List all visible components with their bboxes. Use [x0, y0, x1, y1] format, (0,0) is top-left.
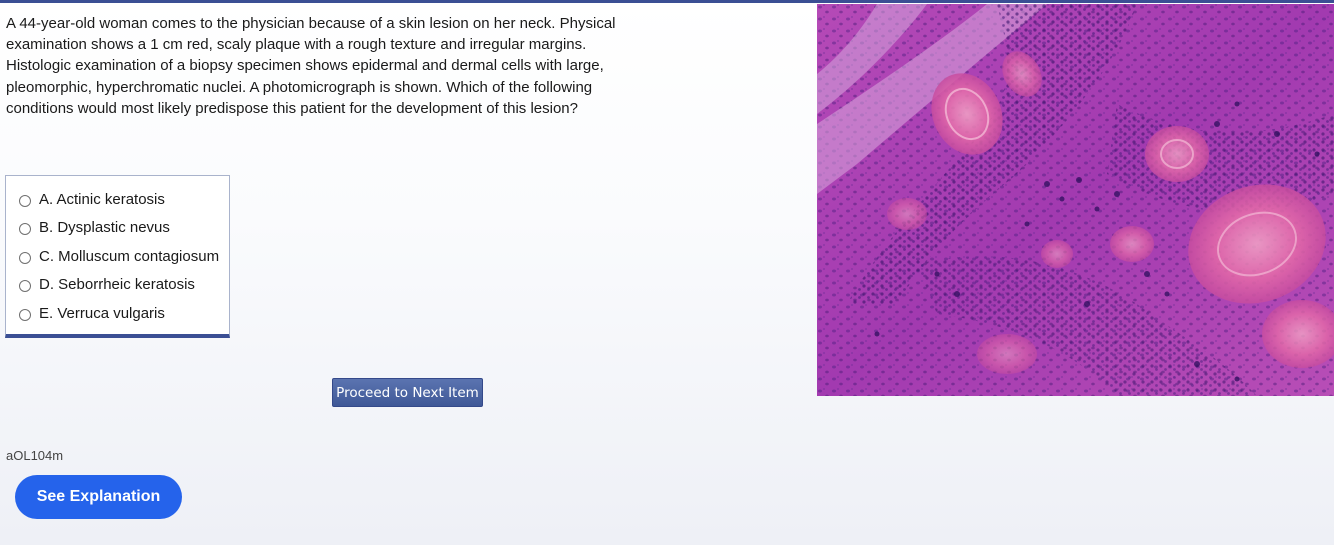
answer-option-a[interactable]: A. Actinic keratosis — [6, 186, 165, 212]
answer-label: E. Verruca vulgaris — [39, 304, 165, 322]
answer-option-d[interactable]: D. Seborrheic keratosis — [6, 271, 195, 297]
answer-label: B. Dysplastic nevus — [39, 218, 170, 236]
radio-button-icon[interactable] — [19, 308, 31, 321]
photomicrograph-image — [817, 4, 1334, 396]
answer-choices: A. Actinic keratosis B. Dysplastic nevus… — [5, 175, 230, 338]
answer-label: C. Molluscum contagiosum — [39, 247, 220, 265]
answer-label: D. Seborrheic keratosis — [39, 275, 195, 293]
radio-button-icon[interactable] — [19, 251, 31, 264]
answer-option-b[interactable]: B. Dysplastic nevus — [6, 214, 170, 240]
question-id: aOL104m — [6, 448, 64, 463]
see-explanation-button[interactable]: See Explanation — [15, 475, 182, 519]
radio-button-icon[interactable] — [19, 279, 31, 292]
answer-option-c[interactable]: C. Molluscum contagiosum — [6, 243, 219, 269]
answer-option-e[interactable]: E. Verruca vulgaris — [6, 300, 165, 326]
proceed-next-item-button[interactable]: Proceed to Next Item — [332, 378, 483, 407]
top-accent-bar — [0, 0, 1334, 3]
radio-button-icon[interactable] — [19, 194, 31, 207]
radio-button-icon[interactable] — [19, 222, 31, 235]
answer-label: A. Actinic keratosis — [39, 190, 165, 208]
question-stem: A 44-year-old woman comes to the physici… — [6, 15, 616, 117]
histology-illustration — [817, 4, 1334, 396]
